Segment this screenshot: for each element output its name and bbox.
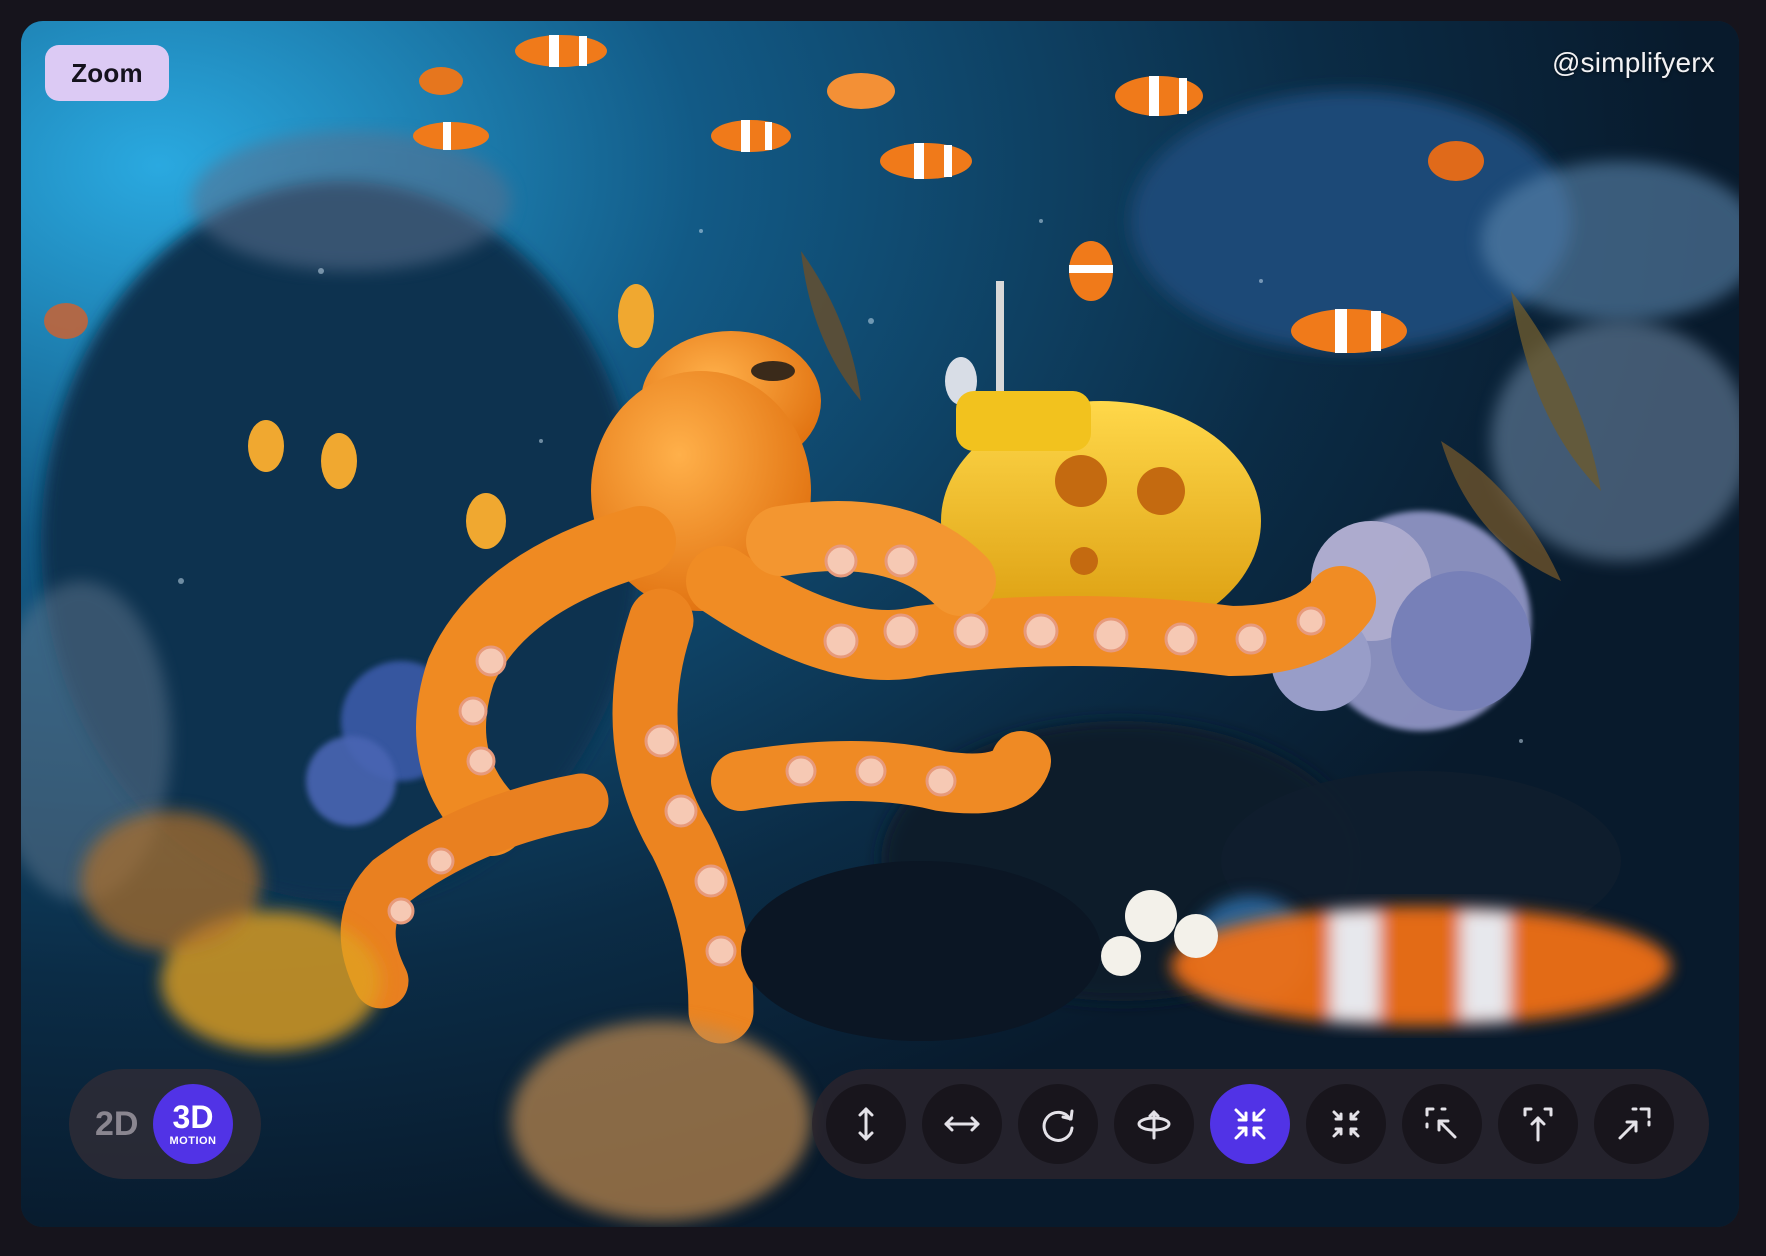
horizontal-arrows-icon [944,1116,980,1132]
zoom-out-button[interactable] [1306,1084,1386,1164]
corner-zoom-icon [1425,1107,1457,1139]
rotate-button[interactable] [1018,1084,1098,1164]
zoom-out-arrows-icon [1332,1110,1360,1138]
orbit-button[interactable] [1114,1084,1194,1164]
dolly-up-button[interactable] [1498,1084,1578,1164]
mode-3d-sublabel: MOTION [169,1135,217,1147]
zoom-in-arrows-icon [1234,1108,1266,1140]
expand-diagonal-button[interactable] [1594,1084,1674,1164]
corner-zoom-button[interactable] [1402,1084,1482,1164]
camera-motion-toolbar [812,1069,1709,1179]
underwater-octopus-image [21,21,1739,1227]
orbit-icon [1137,1110,1171,1140]
mode-2d-option[interactable]: 2D [95,1105,153,1144]
mode-toggle: 2D 3D MOTION [69,1069,261,1179]
vertical-arrows-icon [858,1107,874,1141]
video-preview: Zoom @simplifyerx 2D 3D MOTION [21,21,1739,1227]
expand-diagonal-icon [1618,1107,1651,1140]
mode-3d-label: 3D [172,1099,214,1135]
creator-handle: @simplifyerx [1551,47,1715,78]
horizontal-move-button[interactable] [922,1084,1002,1164]
dolly-up-icon [1523,1107,1553,1142]
zoom-in-button[interactable] [1210,1084,1290,1164]
rotate-icon [1042,1109,1074,1142]
zoom-badge: Zoom [45,45,169,101]
mode-3d-option[interactable]: 3D MOTION [153,1084,233,1164]
vertical-move-button[interactable] [826,1084,906,1164]
